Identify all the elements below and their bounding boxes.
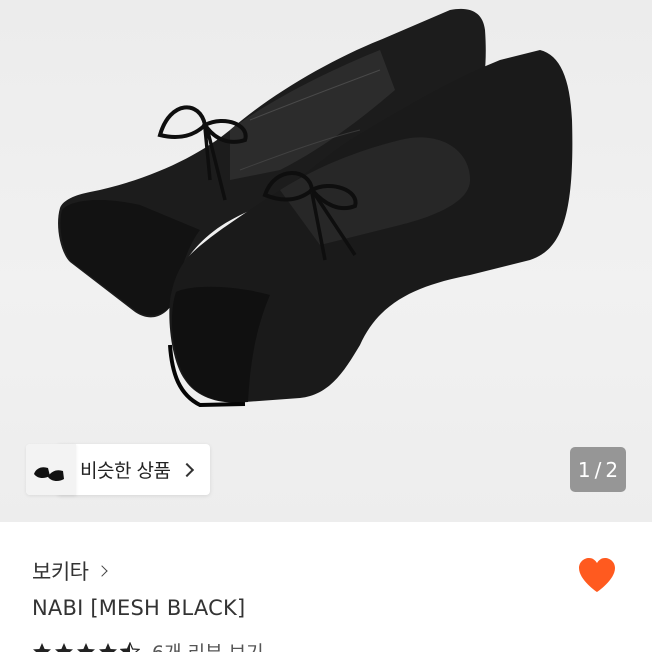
image-counter-total: 2 xyxy=(605,457,619,482)
image-counter: 1 / 2 xyxy=(570,447,626,492)
star-half-icon xyxy=(120,641,140,652)
brand-link[interactable]: 보키타 xyxy=(32,556,109,586)
star-icon xyxy=(55,642,73,652)
similar-products-label: 비슷한 상품 xyxy=(80,460,171,482)
similar-products-button[interactable]: 비슷한 상품 xyxy=(58,444,211,495)
similar-products-thumbnail xyxy=(26,444,76,495)
star-icon xyxy=(33,642,51,652)
image-counter-separator: / xyxy=(594,457,602,482)
similar-products-chip[interactable]: 비슷한 상품 xyxy=(26,444,211,495)
review-link[interactable]: 6개 리뷰 보기 xyxy=(152,638,264,652)
star-icon xyxy=(77,642,95,652)
rating-row: 6개 리뷰 보기 xyxy=(32,638,264,652)
rating-stars xyxy=(32,641,140,652)
chevron-right-icon xyxy=(180,462,195,477)
chevron-right-icon xyxy=(96,565,109,577)
heart-icon[interactable] xyxy=(576,555,618,595)
image-counter-current: 1 xyxy=(577,457,591,482)
brand-name: 보키타 xyxy=(32,560,89,584)
product-image-gallery[interactable]: 비슷한 상품 1 / 2 xyxy=(0,0,652,522)
product-title: NABI [MESH BLACK] xyxy=(32,596,246,620)
product-info: 보키타 NABI [MESH BLACK] 6개 리뷰 보기 xyxy=(0,522,652,652)
star-icon xyxy=(99,642,117,652)
